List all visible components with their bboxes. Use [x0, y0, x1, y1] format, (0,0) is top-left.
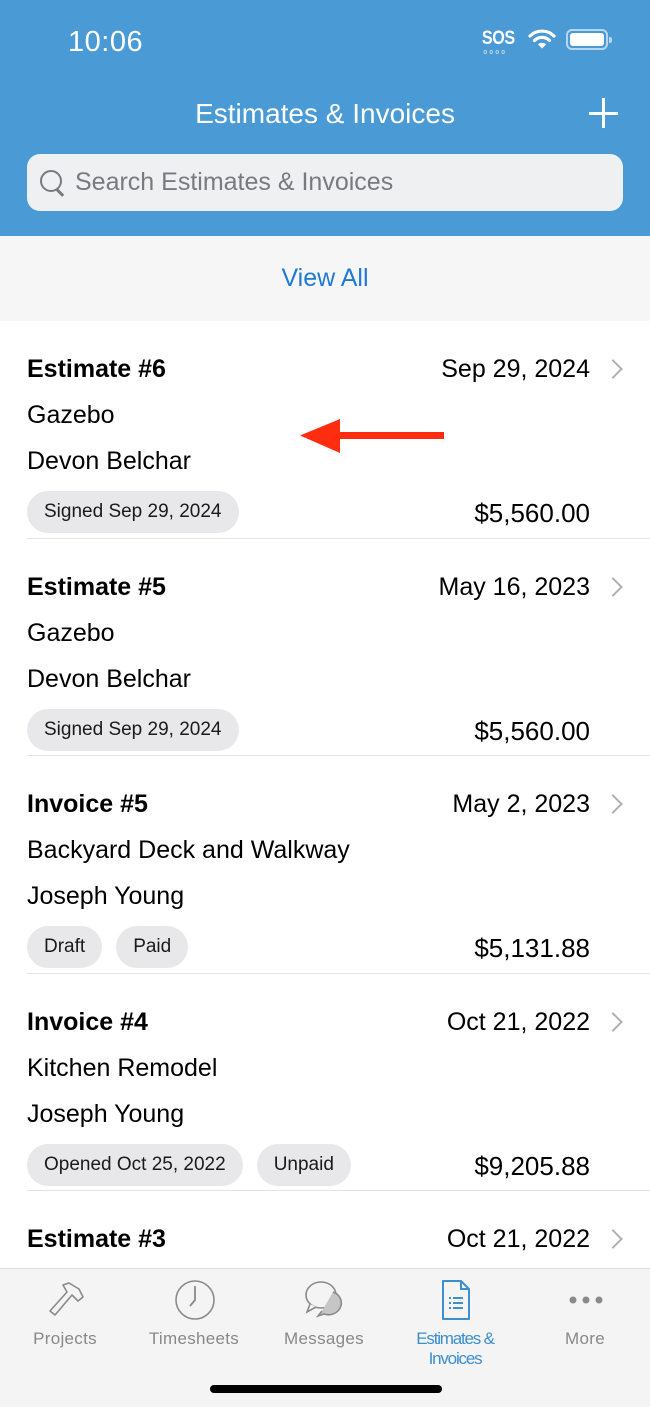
item-date: Oct 21, 2022: [446, 1225, 590, 1253]
hammer-icon: [49, 1282, 84, 1316]
item-client: Joseph Young: [27, 882, 185, 910]
nav-header: 10:06 SOS Estimates & Invoices: [0, 0, 650, 236]
chevron-right-icon: [603, 1011, 623, 1032]
document-icon: [442, 1280, 470, 1320]
item-badges: Signed Sep 29, 2024: [27, 708, 239, 751]
annotation-arrow-icon: [300, 419, 444, 453]
tab-label: Timesheets: [148, 1329, 240, 1348]
item-amount: $5,560.00: [474, 498, 590, 528]
wifi-icon: [528, 29, 556, 49]
item-date: May 2, 2023: [452, 790, 590, 818]
page-title: Estimates & Invoices: [195, 98, 455, 129]
item-badges: Signed Sep 29, 2024: [27, 491, 239, 533]
item-amount: $5,131.88: [474, 933, 590, 963]
chevron-right-icon: [603, 1229, 623, 1249]
item-title: Invoice #5: [27, 790, 148, 818]
status-badge: Paid: [116, 926, 189, 968]
item-title: Invoice #4: [27, 1007, 148, 1036]
item-date: Oct 21, 2022: [446, 1007, 590, 1036]
chevron-right-icon: [603, 359, 623, 379]
item-amount: $9,205.88: [474, 1150, 590, 1181]
item-project: Gazebo: [27, 618, 115, 647]
tab-label: More: [565, 1329, 605, 1348]
status-badge: Opened Oct 25, 2022: [27, 1143, 243, 1186]
search-bar[interactable]: [27, 154, 623, 211]
tab-estimates-invoices[interactable]: Estimates & Invoices: [390, 1269, 520, 1368]
view-all-link[interactable]: View All: [281, 264, 368, 293]
more-dots-icon: [569, 1296, 603, 1304]
item-project: Backyard Deck and Walkway: [27, 836, 350, 864]
document-list: Estimate #6 Sep 29, 2024 Gazebo Devon Be…: [0, 321, 650, 1407]
item-title: Estimate #3: [27, 1225, 166, 1253]
signal-dots-icon: [483, 50, 506, 54]
sos-label: SOS: [482, 28, 516, 49]
status-badge: Unpaid: [256, 1143, 351, 1186]
item-project: Gazebo: [27, 401, 115, 429]
status-badge: Signed Sep 29, 2024: [27, 708, 239, 751]
list-item[interactable]: Estimate #5 May 16, 2023 Gazebo Devon Be…: [27, 539, 650, 756]
sos-indicator: SOS: [482, 28, 516, 54]
item-title: Estimate #6: [27, 355, 166, 383]
list-item[interactable]: Invoice #5 May 2, 2023 Backyard Deck and…: [27, 756, 650, 974]
item-date: May 16, 2023: [438, 572, 591, 601]
add-button[interactable]: [586, 96, 620, 130]
status-badge: Draft: [27, 926, 103, 968]
battery-icon: [566, 28, 612, 50]
item-badges: Draft Paid: [27, 926, 189, 968]
item-amount: $5,560.00: [474, 715, 590, 746]
status-time: 10:06: [68, 26, 144, 58]
tab-label: Projects: [33, 1329, 97, 1348]
tab-label: Messages: [284, 1329, 364, 1348]
item-project: Kitchen Remodel: [27, 1053, 218, 1082]
item-client: Devon Belchar: [27, 664, 191, 693]
item-client: Devon Belchar: [27, 447, 191, 475]
item-badges: Opened Oct 25, 2022 Unpaid: [27, 1143, 351, 1186]
tab-projects[interactable]: Projects: [0, 1269, 130, 1359]
status-badge: Signed Sep 29, 2024: [27, 491, 239, 533]
tab-timesheets[interactable]: Timesheets: [129, 1269, 259, 1359]
chevron-right-icon: [603, 794, 623, 814]
tab-label: Estimates & Invoices: [416, 1329, 495, 1368]
clock-icon: [175, 1280, 215, 1320]
status-icons: SOS: [479, 28, 612, 54]
chevron-right-icon: [603, 576, 623, 597]
item-client: Joseph Young: [27, 1099, 185, 1128]
view-all-bar: View All: [0, 236, 650, 321]
chat-bubbles-icon: [305, 1281, 343, 1318]
list-item[interactable]: Invoice #4 Oct 21, 2022 Kitchen Remodel …: [27, 974, 650, 1191]
search-input[interactable]: [75, 168, 615, 197]
item-title: Estimate #5: [27, 572, 166, 601]
search-icon: [39, 169, 67, 197]
tab-messages[interactable]: Messages: [259, 1269, 389, 1359]
tab-more[interactable]: More: [520, 1269, 650, 1359]
item-date: Sep 29, 2024: [441, 355, 590, 383]
home-indicator[interactable]: [210, 1385, 442, 1393]
